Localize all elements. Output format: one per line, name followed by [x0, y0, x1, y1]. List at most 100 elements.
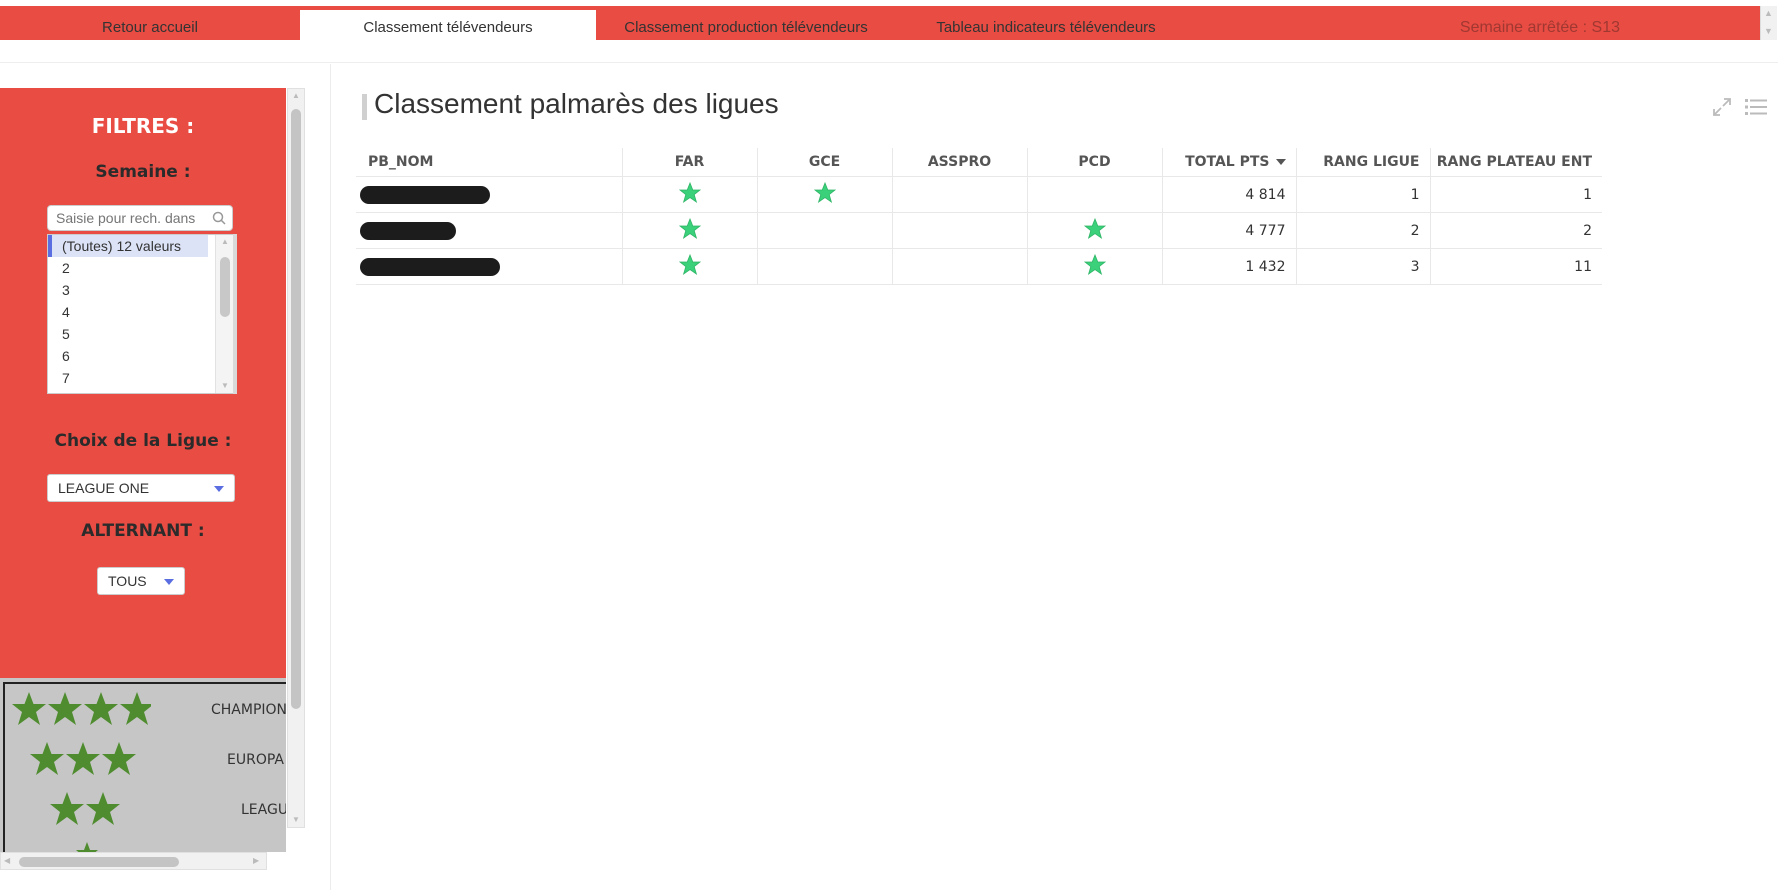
alternant-label: ALTERNANT : — [81, 521, 205, 541]
cell-pcd — [1027, 248, 1163, 285]
tab-classement-production[interactable]: Classement production télévendeurs — [596, 6, 896, 40]
cell-pb-nom — [356, 248, 623, 285]
star-icon — [1083, 217, 1106, 239]
star-icon — [76, 842, 98, 852]
chevron-down-icon[interactable] — [214, 486, 224, 492]
scroll-up-icon[interactable]: ▲ — [221, 237, 229, 246]
semaine-label: Semaine : — [95, 162, 191, 182]
scroll-down-icon[interactable]: ▼ — [221, 381, 229, 390]
week-search-box[interactable] — [47, 205, 233, 231]
week-item-all[interactable]: (Toutes) 12 valeurs — [48, 235, 208, 257]
cell-far — [622, 248, 758, 285]
column-header-far[interactable]: FAR — [622, 148, 758, 177]
scroll-up-icon[interactable]: ▲ — [1764, 8, 1773, 18]
legend-label: LEAGUE — [241, 802, 286, 818]
cell-asspro — [892, 212, 1028, 249]
list-menu-icon[interactable] — [1745, 98, 1767, 121]
week-item[interactable]: 2 — [48, 257, 208, 279]
week-item[interactable]: 4 — [48, 301, 208, 323]
content-divider — [330, 64, 331, 890]
three-stars-icon — [30, 742, 136, 775]
cell-asspro — [892, 176, 1028, 213]
league-legend-frame: CHAMPION EUROPA L LEAGUE — [3, 682, 286, 852]
table-header-row: PB_NOM FAR GCE ASSPRO PCD TOTAL PTS RANG… — [356, 148, 1602, 177]
week-search-input[interactable] — [56, 210, 206, 226]
panel-horizontal-scroll-thumb[interactable] — [19, 857, 179, 867]
legend-label: EUROPA L — [227, 752, 286, 768]
tab-retour-accueil[interactable]: Retour accueil — [0, 6, 300, 40]
week-item[interactable]: 7 — [48, 367, 208, 389]
redacted-name — [360, 185, 490, 204]
scroll-down-icon[interactable]: ▼ — [292, 815, 300, 824]
scroll-left-icon[interactable]: ◀ — [4, 856, 10, 865]
scroll-up-icon[interactable]: ▲ — [292, 91, 300, 100]
alternant-dropdown-value: TOUS — [108, 573, 147, 589]
table-row[interactable]: 1 432 3 11 — [356, 248, 1602, 285]
table-row[interactable]: 4 814 1 1 — [356, 176, 1602, 213]
cell-rang-plateau: 2 — [1430, 212, 1602, 249]
legend-row-league: LEAGUE — [5, 790, 286, 830]
league-legend: CHAMPION EUROPA L LEAGUE — [0, 678, 286, 852]
scroll-right-icon[interactable]: ▶ — [253, 856, 259, 865]
tab-classement-televendeurs[interactable]: Classement télévendeurs — [300, 10, 596, 46]
cell-gce — [757, 176, 893, 213]
header-divider — [0, 62, 1778, 63]
star-icon — [1083, 253, 1106, 275]
redacted-name — [360, 257, 500, 276]
search-icon — [212, 211, 226, 230]
column-header-rang-ligue[interactable]: RANG LIGUE — [1296, 148, 1431, 177]
two-stars-icon — [50, 792, 120, 825]
column-header-pcd[interactable]: PCD — [1027, 148, 1163, 177]
cell-rang-ligue: 2 — [1296, 212, 1431, 249]
panel-horizontal-scrollbar[interactable]: ◀ ▶ — [0, 852, 267, 870]
week-list-scrollbar[interactable]: ▲ ▼ — [215, 235, 234, 393]
cell-rang-plateau: 11 — [1430, 248, 1602, 285]
table-row[interactable]: 4 777 2 2 — [356, 212, 1602, 249]
cell-far — [622, 176, 758, 213]
cell-total-pts: 1 432 — [1162, 248, 1297, 285]
week-stopped-label: Semaine arrêtée : S13 — [1459, 19, 1620, 36]
week-item[interactable]: 5 — [48, 323, 208, 345]
cell-pb-nom — [356, 212, 623, 249]
star-icon — [678, 253, 701, 275]
ligue-dropdown-value: LEAGUE ONE — [58, 480, 150, 496]
cell-gce — [757, 212, 893, 249]
cell-gce — [757, 248, 893, 285]
cell-pcd — [1027, 176, 1163, 213]
cell-total-pts: 4 777 — [1162, 212, 1297, 249]
week-list[interactable]: (Toutes) 12 valeurs 2 3 4 5 6 7 ▲ ▼ — [47, 234, 235, 394]
chevron-down-icon[interactable] — [164, 579, 174, 585]
column-header-total-pts[interactable]: TOTAL PTS — [1162, 148, 1297, 177]
cell-rang-ligue: 3 — [1296, 248, 1431, 285]
expand-icon[interactable] — [1712, 97, 1732, 122]
ranking-table: PB_NOM FAR GCE ASSPRO PCD TOTAL PTS RANG… — [356, 148, 1602, 285]
week-list-scroll-thumb[interactable] — [220, 257, 230, 317]
star-icon — [678, 181, 701, 203]
title-accent-bar — [362, 94, 367, 120]
week-item[interactable]: 6 — [48, 345, 208, 367]
panel-vertical-scroll-thumb[interactable] — [291, 109, 301, 709]
cell-rang-ligue: 1 — [1296, 176, 1431, 213]
legend-label: CHAMPION — [211, 702, 286, 718]
star-icon — [678, 217, 701, 239]
ligue-dropdown[interactable]: LEAGUE ONE — [47, 474, 235, 502]
alternant-dropdown[interactable]: TOUS — [97, 567, 185, 595]
column-header-pb-nom[interactable]: PB_NOM — [356, 148, 623, 177]
cell-pcd — [1027, 212, 1163, 249]
top-scrollbar[interactable]: ▲ ▼ — [1760, 6, 1777, 40]
column-header-gce[interactable]: GCE — [757, 148, 893, 177]
legend-row-europa: EUROPA L — [5, 740, 286, 780]
scroll-down-icon[interactable]: ▼ — [1764, 26, 1773, 36]
week-item[interactable]: 3 — [48, 279, 208, 301]
list-edge — [233, 234, 237, 394]
column-header-asspro[interactable]: ASSPRO — [892, 148, 1028, 177]
cell-pb-nom — [356, 176, 623, 213]
filters-title: FILTRES : — [91, 114, 195, 138]
four-stars-icon — [12, 692, 151, 725]
panel-vertical-scrollbar[interactable]: ▲ ▼ — [287, 88, 305, 828]
tab-tableau-indicateurs[interactable]: Tableau indicateurs télévendeurs — [896, 6, 1196, 40]
column-header-rang-plateau[interactable]: RANG PLATEAU ENT — [1430, 148, 1602, 177]
legend-row-champion: CHAMPION — [5, 690, 286, 730]
sort-desc-icon[interactable] — [1275, 159, 1286, 165]
cell-total-pts: 4 814 — [1162, 176, 1297, 213]
